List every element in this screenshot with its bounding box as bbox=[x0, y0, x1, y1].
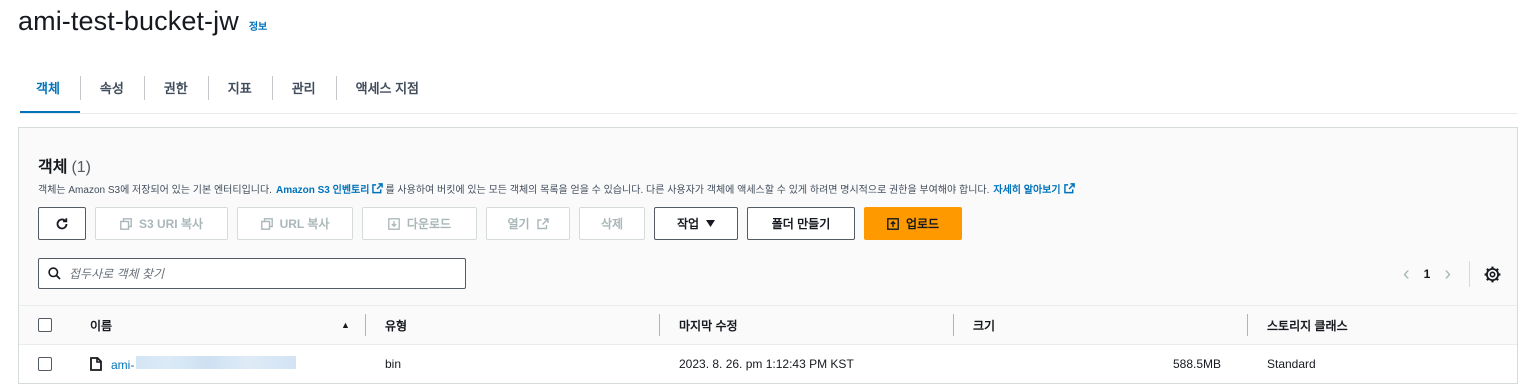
create-folder-label: 폴더 만들기 bbox=[771, 217, 831, 231]
objects-panel: 객체 (1) 객체는 Amazon S3에 저장되어 있는 기본 엔터티입니다.… bbox=[18, 127, 1518, 384]
column-divider[interactable] bbox=[365, 314, 366, 336]
open-label: 열기 bbox=[507, 217, 530, 231]
tab-properties[interactable]: 속성 bbox=[79, 66, 144, 108]
select-all-checkbox[interactable] bbox=[38, 318, 52, 332]
objects-panel-header: 객체 (1) 객체는 Amazon S3에 저장되어 있는 기본 엔터티입니다.… bbox=[19, 128, 1517, 306]
external-link-icon[interactable] bbox=[1063, 183, 1075, 194]
tab-objects[interactable]: 객체 bbox=[20, 66, 80, 114]
column-header-last-modified[interactable]: 마지막 수정 bbox=[679, 317, 738, 334]
download-button[interactable]: 다운로드 bbox=[362, 207, 477, 240]
object-storage-class: Standard bbox=[1267, 357, 1316, 371]
description-text-2: 를 사용하여 버킷에 있는 모든 객체의 목록을 얻을 수 있습니다. 다른 사… bbox=[385, 185, 990, 196]
info-link[interactable]: 정보 bbox=[249, 18, 267, 33]
file-icon bbox=[90, 357, 102, 371]
object-size: 588.5MB bbox=[1173, 357, 1222, 371]
object-type: bin bbox=[385, 357, 402, 371]
object-name-link[interactable]: ami- bbox=[111, 356, 297, 372]
tab-metrics[interactable]: 지표 bbox=[207, 66, 272, 108]
current-page[interactable]: 1 bbox=[1424, 267, 1431, 281]
learn-more-link[interactable]: 자세히 알아보기 bbox=[993, 181, 1060, 196]
delete-label: 삭제 bbox=[600, 217, 624, 231]
column-header-size[interactable]: 크기 bbox=[973, 317, 995, 334]
copy-url-button[interactable]: URL 복사 bbox=[237, 207, 353, 240]
page-header: ami-test-bucket-jw 정보 bbox=[18, 6, 267, 42]
delete-button[interactable]: 삭제 bbox=[579, 207, 645, 240]
tabs-divider bbox=[20, 113, 1518, 114]
external-link-icon[interactable] bbox=[372, 183, 384, 194]
pager-divider bbox=[1469, 261, 1470, 287]
upload-icon bbox=[887, 217, 899, 230]
upload-label: 업로드 bbox=[905, 217, 940, 231]
table-row: ami- bin 2023. 8. 26. pm 1:12:43 PM KST … bbox=[19, 345, 1517, 383]
search-input[interactable] bbox=[69, 266, 449, 281]
refresh-icon bbox=[56, 217, 68, 229]
search-icon bbox=[48, 267, 61, 280]
external-link-icon bbox=[536, 217, 549, 229]
pagination: ‹ 1 › bbox=[1403, 261, 1501, 287]
column-header-storage-class[interactable]: 스토리지 클래스 bbox=[1267, 317, 1348, 334]
column-divider[interactable] bbox=[953, 314, 954, 336]
refresh-button[interactable] bbox=[38, 207, 86, 240]
gear-icon[interactable] bbox=[1484, 266, 1501, 283]
inventory-link[interactable]: Amazon S3 인벤토리 bbox=[276, 181, 369, 196]
description-text-1: 객체는 Amazon S3에 저장되어 있는 기본 엔터티입니다. bbox=[38, 185, 272, 196]
column-header-type[interactable]: 유형 bbox=[385, 317, 407, 334]
objects-heading-label: 객체 bbox=[38, 159, 68, 176]
upload-button[interactable]: 업로드 bbox=[864, 207, 962, 240]
objects-toolbar: S3 URI 복사 URL 복사 다운로드 열기 삭제 작업 폴더 만들기 업로… bbox=[38, 207, 962, 240]
object-name-cell: ami- bbox=[90, 356, 297, 372]
copy-url-label: URL 복사 bbox=[279, 217, 330, 231]
copy-icon bbox=[120, 217, 132, 230]
column-divider[interactable] bbox=[659, 314, 660, 336]
objects-heading: 객체 (1) bbox=[38, 153, 91, 177]
copy-s3-uri-label: S3 URI 복사 bbox=[138, 217, 204, 231]
object-last-modified: 2023. 8. 26. pm 1:12:43 PM KST bbox=[679, 357, 854, 371]
table-header: 이름 ▲ 유형 ▽ 마지막 수정 ▽ 크기 ▽ 스토리지 클래스 ▽ bbox=[19, 306, 1517, 372]
actions-dropdown[interactable]: 작업 bbox=[654, 207, 738, 240]
objects-count: (1) bbox=[71, 159, 92, 176]
open-button[interactable]: 열기 bbox=[486, 207, 570, 240]
caret-down-icon bbox=[706, 220, 716, 227]
copy-icon bbox=[260, 217, 273, 230]
sort-ascending-icon[interactable]: ▲ bbox=[341, 320, 350, 330]
tab-management[interactable]: 관리 bbox=[271, 66, 336, 108]
page-title: ami-test-bucket-jw bbox=[18, 6, 239, 36]
search-field[interactable] bbox=[38, 258, 466, 289]
tab-bar: 객체 속성 권한 지표 관리 액세스 지점 bbox=[20, 66, 1518, 114]
next-page-icon[interactable]: › bbox=[1444, 264, 1451, 284]
object-name-text: ami- bbox=[111, 358, 135, 372]
download-label: 다운로드 bbox=[406, 217, 452, 231]
tab-permissions[interactable]: 권한 bbox=[143, 66, 208, 108]
copy-s3-uri-button[interactable]: S3 URI 복사 bbox=[95, 207, 228, 240]
actions-label: 작업 bbox=[676, 217, 700, 231]
tab-access-points[interactable]: 액세스 지점 bbox=[335, 66, 439, 108]
row-checkbox[interactable] bbox=[38, 357, 52, 371]
column-header-name[interactable]: 이름 bbox=[90, 317, 112, 334]
objects-description: 객체는 Amazon S3에 저장되어 있는 기본 엔터티입니다. Amazon… bbox=[38, 181, 1077, 196]
column-divider[interactable] bbox=[1247, 314, 1248, 336]
download-icon bbox=[388, 217, 400, 230]
prev-page-icon[interactable]: ‹ bbox=[1403, 264, 1410, 284]
redacted-name bbox=[136, 356, 297, 369]
create-folder-button[interactable]: 폴더 만들기 bbox=[747, 207, 855, 240]
